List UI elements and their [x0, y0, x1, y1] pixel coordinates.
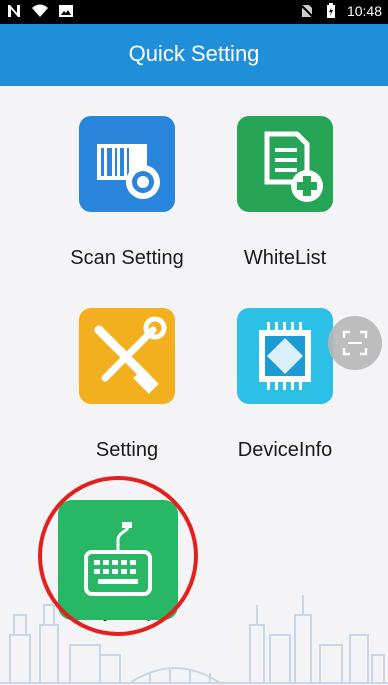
image-notification-icon	[59, 5, 73, 17]
tile-label: WhiteList	[243, 247, 327, 269]
no-sim-icon	[299, 3, 315, 19]
status-time: 10:48	[346, 3, 382, 19]
tile-label: Setting	[95, 439, 159, 461]
status-bar: 10:48	[0, 0, 388, 24]
battery-icon	[326, 3, 335, 18]
page-title: Quick Setting	[128, 41, 260, 66]
chip-icon	[237, 308, 333, 404]
tile-scan-setting[interactable]: Scan Setting	[52, 116, 202, 270]
wifi-question-icon	[32, 4, 48, 17]
tile-whitelist[interactable]: WhiteList	[210, 116, 360, 270]
tile-label: Scan Setting	[70, 247, 184, 269]
floating-scan-button[interactable]	[328, 316, 382, 370]
city-skyline-background	[0, 595, 388, 684]
checklist-add-icon	[237, 116, 333, 212]
tile-label: DeviceInfo	[237, 439, 333, 461]
wrench-screwdriver-icon	[79, 308, 175, 404]
tile-setting[interactable]: Setting	[52, 308, 202, 462]
barcode-gear-icon	[79, 116, 175, 212]
app-header: Quick Setting	[0, 24, 388, 86]
scan-frame-icon	[342, 330, 368, 356]
network-n-icon	[8, 5, 20, 17]
